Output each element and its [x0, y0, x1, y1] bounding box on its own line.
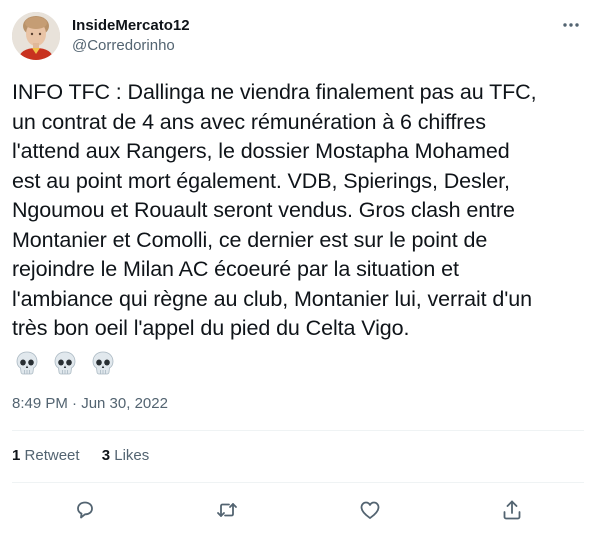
retweets-label: Retweet: [24, 447, 80, 464]
user-handle[interactable]: @Corredorinho: [72, 36, 190, 56]
tweet-text: INFO TFC : Dallinga ne viendra finalemen…: [12, 80, 537, 340]
likes-label: Likes: [114, 447, 150, 464]
retweet-icon[interactable]: [215, 498, 239, 522]
divider: [12, 430, 584, 431]
share-icon[interactable]: [500, 498, 524, 522]
retweets-count: 1: [12, 447, 21, 464]
likes-stat[interactable]: 3 Likes: [102, 446, 150, 466]
tweet-header: InsideMercato12 @Corredorinho: [12, 12, 584, 60]
reply-icon[interactable]: [73, 498, 97, 522]
skull-icon: [90, 350, 116, 376]
like-icon[interactable]: [358, 498, 382, 522]
more-options-icon[interactable]: [560, 14, 582, 36]
tweet-stats: 1 Retweet 3 Likes: [12, 446, 149, 466]
divider: [12, 482, 584, 483]
user-names: InsideMercato12 @Corredorinho: [72, 16, 190, 56]
skull-icon: [52, 350, 78, 376]
skull-icon: [14, 350, 40, 376]
retweets-stat[interactable]: 1 Retweet: [12, 446, 80, 466]
tweet-card: InsideMercato12 @Corredorinho INFO TFC :…: [0, 0, 596, 545]
tweet-timestamp[interactable]: 8:49 PM · Jun 30, 2022: [12, 394, 168, 414]
emoji-row: [14, 350, 116, 378]
action-bar: [12, 492, 584, 528]
avatar[interactable]: [12, 12, 60, 60]
display-name[interactable]: InsideMercato12: [72, 16, 190, 36]
likes-count: 3: [101, 447, 111, 464]
